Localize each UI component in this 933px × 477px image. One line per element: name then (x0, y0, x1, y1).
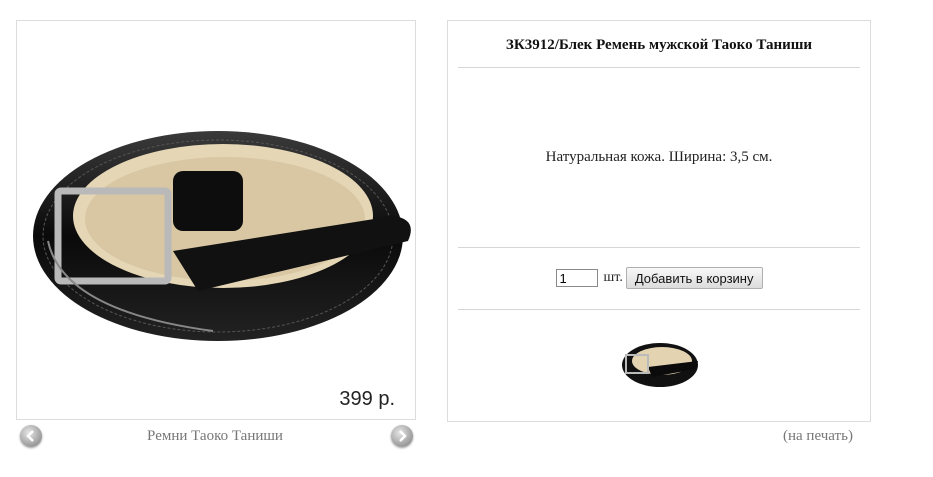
product-title: ЗК3912/Блек Ремень мужской Таоко Таниши (505, 37, 813, 53)
add-to-cart-row: шт. Добавить в корзину (448, 267, 870, 289)
unit-label: шт. (603, 270, 623, 285)
arrow-left-icon (26, 430, 34, 442)
divider (458, 67, 860, 68)
belt-thumbnail[interactable] (618, 335, 702, 391)
quantity-input[interactable] (555, 269, 598, 287)
previous-button[interactable] (20, 425, 42, 447)
divider (458, 247, 860, 248)
price: 399 р. (339, 388, 395, 410)
divider (458, 309, 860, 310)
product-info-panel: ЗК3912/Блек Ремень мужской Таоко Таниши … (447, 20, 871, 422)
next-button[interactable] (391, 425, 413, 447)
add-to-cart-button[interactable]: Добавить в корзину (625, 267, 763, 289)
arrow-right-icon (399, 430, 407, 442)
product-description: Натуральная кожа. Ширина: 3,5 см. (545, 149, 773, 165)
print-link[interactable]: (на печать) (783, 428, 853, 445)
product-image-panel: 399 р. (16, 20, 416, 420)
belt-image[interactable] (23, 91, 413, 366)
gallery-caption: Ремни Таоко Таниши (147, 428, 283, 444)
